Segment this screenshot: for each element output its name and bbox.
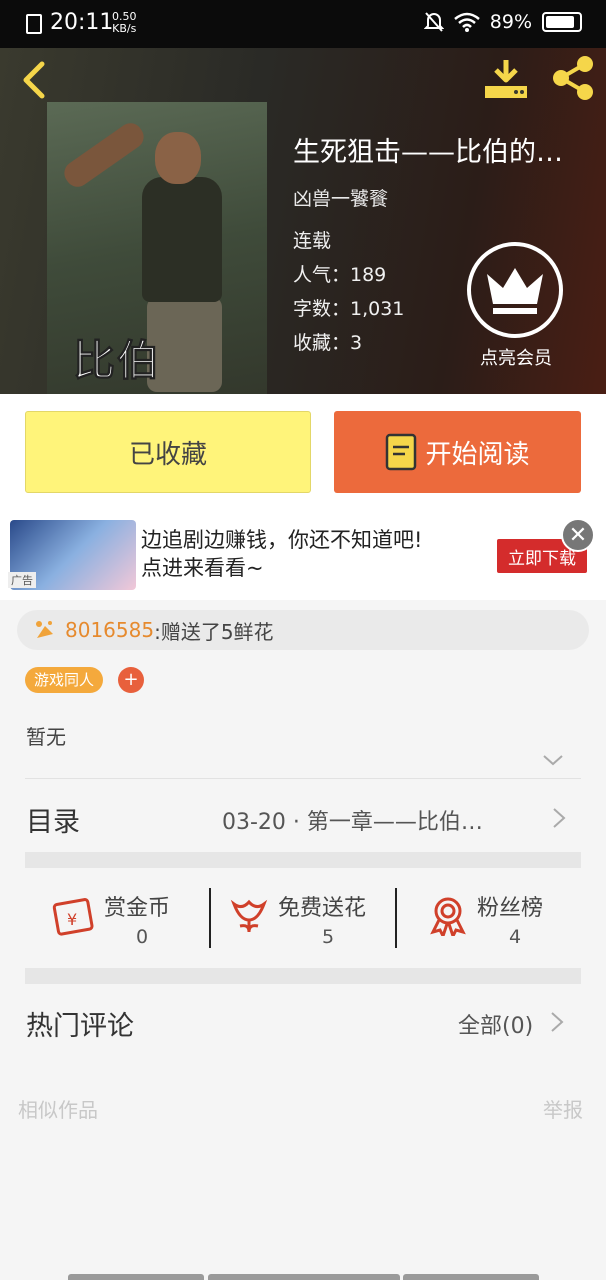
genre-tag[interactable]: 游戏同人 [25, 667, 104, 693]
book-cover[interactable]: 比伯 [47, 102, 267, 394]
divider [25, 778, 581, 779]
book-popularity: 人气：189 [293, 264, 387, 286]
hot-comments-label: 热门评论 [26, 1011, 134, 1042]
stat-fans-value: 4 [509, 926, 522, 948]
stat-flowers-value: 5 [322, 926, 335, 948]
collected-button[interactable]: 已收藏 [25, 411, 311, 493]
cover-figure-head [155, 132, 201, 184]
toc-latest-chapter[interactable]: 03-20 · 第一章——比伯… [222, 804, 532, 836]
stat-separator [209, 888, 211, 948]
mute-icon [423, 12, 444, 32]
svg-text:¥: ¥ [67, 910, 77, 929]
flower-gift-icon [36, 621, 53, 638]
medal-icon [430, 897, 466, 936]
bottom-tab-indicator [208, 1274, 400, 1280]
battery-fill [546, 16, 575, 28]
book-author[interactable]: 凶兽一饕餮 [293, 184, 388, 211]
reward-coin-icon: ¥ [52, 898, 94, 936]
book-icon [386, 433, 417, 471]
section-gap [25, 852, 581, 868]
network-speed: 0.50 KB/s [112, 11, 137, 35]
status-time: 20:11 [50, 10, 114, 35]
stat-flowers[interactable]: 免费送花 5 [226, 884, 386, 954]
stat-flowers-label: 免费送花 [278, 896, 367, 921]
add-tag-button[interactable]: + [118, 667, 144, 693]
wifi-icon [453, 12, 480, 32]
ad-text-line1: 边追剧边赚钱，你还不知道吧! [141, 528, 423, 552]
cover-logo-text: 比伯 [72, 336, 162, 386]
vip-label[interactable]: 点亮会员 [466, 344, 566, 370]
download-icon[interactable] [482, 56, 530, 100]
bottom-tab-indicator [403, 1274, 539, 1280]
stat-fans[interactable]: 粉丝榜 4 [425, 884, 565, 954]
stat-reward-label: 赏金币 [104, 896, 171, 921]
sim-icon [26, 14, 42, 34]
back-icon[interactable] [14, 58, 54, 102]
status-bar: 20:11 0.50 KB/s 89% [0, 0, 606, 48]
book-favorites: 收藏：3 [293, 332, 363, 354]
book-header: 比伯 生死狙击——比伯的… 凶兽一饕餮 连载 人气：189 字数：1,031 收… [0, 48, 606, 394]
stat-fans-label: 粉丝榜 [477, 896, 544, 921]
gift-user-id[interactable]: 8016585 [65, 618, 154, 642]
stat-reward-value: 0 [136, 926, 149, 948]
similar-works-label: 相似作品 [18, 1098, 98, 1122]
net-speed-unit: KB/s [112, 22, 137, 35]
bottom-tab-indicator [68, 1274, 204, 1280]
start-reading-label: 开始阅读 [425, 439, 530, 470]
stat-reward[interactable]: ¥ 赏金币 0 [52, 884, 202, 954]
gift-message: :赠送了5鲜花 [154, 619, 274, 644]
report-button[interactable]: 举报 [543, 1094, 583, 1123]
vip-crown-icon[interactable] [467, 242, 563, 338]
battery-percent: 89% [489, 11, 532, 33]
action-row: 已收藏 开始阅读 [0, 394, 606, 512]
stat-separator [395, 888, 397, 948]
ad-tag: 广告 [8, 572, 36, 588]
share-icon[interactable] [548, 54, 598, 102]
cover-figure-arm [59, 118, 149, 192]
toc-chevron-right-icon[interactable] [552, 807, 566, 829]
ad-banner[interactable]: 广告 边追剧边赚钱，你还不知道吧! 点进来看看~ 立即下载 [0, 512, 606, 600]
ad-text: 边追剧边赚钱，你还不知道吧! 点进来看看~ [141, 526, 422, 582]
start-reading-button[interactable]: 开始阅读 [334, 411, 581, 493]
comments-chevron-right-icon[interactable] [550, 1011, 564, 1033]
cover-figure-body [142, 177, 222, 302]
ad-text-line2: 点进来看看~ [141, 556, 264, 580]
battery-icon [542, 12, 582, 32]
expand-chevron-icon[interactable] [542, 752, 564, 768]
flower-icon [230, 899, 268, 933]
ad-close-icon[interactable]: ✕ [561, 518, 595, 552]
comments-all-link[interactable]: 全部(0) [458, 1008, 533, 1040]
book-title: 生死狙击——比伯的… [293, 137, 563, 168]
status-right: 89% [423, 11, 582, 33]
book-word-count: 字数：1,031 [293, 298, 405, 320]
book-status: 连载 [293, 230, 332, 252]
toc-label[interactable]: 目录 [26, 800, 80, 839]
section-gap [25, 968, 581, 984]
book-intro: 暂无 [26, 725, 66, 749]
gift-notice: 8016585 :赠送了5鲜花 [17, 610, 589, 650]
